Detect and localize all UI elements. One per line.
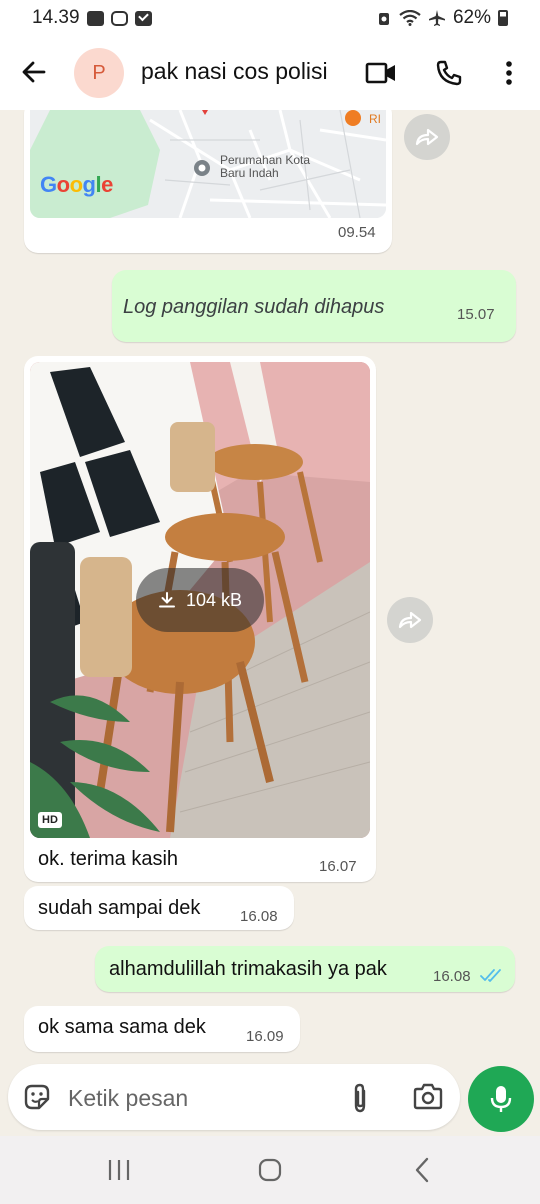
outgoing-message-bubble[interactable]: alhamdulillah trimakasih ya pak 16.08 — [95, 946, 515, 992]
camera-icon — [413, 1083, 443, 1110]
chat-photo[interactable]: 104 kB HD — [30, 362, 370, 838]
double-check-icon — [480, 969, 501, 982]
check-notification-icon — [134, 10, 152, 26]
more-vert-icon — [506, 61, 512, 85]
voice-record-button[interactable] — [468, 1066, 534, 1132]
voice-call-button[interactable] — [432, 56, 466, 90]
status-bar: 14.39 62% — [0, 0, 540, 36]
recycle-status-icon — [378, 13, 389, 25]
incoming-message-bubble[interactable]: sudah sampai dek 16.08 — [24, 886, 294, 930]
camera-button[interactable] — [412, 1082, 444, 1112]
recent-apps-button[interactable] — [104, 1158, 134, 1182]
sticker-button[interactable] — [22, 1082, 52, 1112]
forward-icon — [398, 611, 422, 629]
download-button[interactable]: 104 kB — [136, 568, 264, 632]
phone-icon — [436, 60, 462, 86]
wifi-icon — [399, 10, 421, 26]
back-arrow-icon — [22, 61, 46, 83]
image-message-bubble[interactable]: 104 kB HD ok. terima kasih 16.07 — [24, 356, 376, 882]
download-size: 104 kB — [185, 589, 243, 610]
airplane-mode-icon — [428, 10, 445, 26]
message-text: Log panggilan sudah dihapus — [123, 296, 385, 318]
google-logo: Google — [40, 172, 113, 197]
forward-button[interactable] — [387, 597, 433, 643]
back-nav-button[interactable] — [408, 1156, 436, 1184]
status-time: 14.39 — [32, 7, 80, 28]
system-nav-bar — [0, 1136, 540, 1204]
back-button[interactable] — [20, 58, 48, 86]
battery-percent: 62% — [452, 7, 491, 28]
message-time: 15.07 — [457, 306, 495, 323]
message-composer[interactable]: Ketik pesan — [8, 1064, 460, 1130]
forward-button[interactable] — [404, 114, 450, 160]
video-call-button[interactable] — [364, 56, 398, 90]
mic-icon — [490, 1086, 512, 1112]
message-time: 16.09 — [246, 1028, 284, 1045]
home-icon — [258, 1158, 282, 1182]
hd-badge: HD — [38, 812, 62, 828]
download-icon — [158, 592, 175, 608]
message-text: ok sama sama dek — [38, 1016, 206, 1038]
message-text: alhamdulillah trimakasih ya pak — [109, 958, 387, 980]
message-time: 16.08 — [240, 908, 278, 925]
message-text: sudah sampai dek — [38, 897, 201, 919]
video-call-icon — [365, 62, 395, 84]
map-image — [30, 110, 386, 218]
message-time: 16.08 — [433, 968, 471, 985]
gallery-notification-icon — [86, 10, 104, 26]
chat-area[interactable]: Perumahan Kota Baru Indah RI Google 09.5… — [0, 110, 540, 1060]
message-time: 09.54 — [338, 224, 376, 241]
recent-apps-icon — [108, 1160, 130, 1180]
forward-icon — [415, 128, 439, 146]
map-poi-label: RI — [369, 112, 381, 126]
more-options-button[interactable] — [492, 56, 526, 90]
chat-header: P pak nasi cos polisi — [0, 36, 540, 110]
location-message-bubble[interactable]: Perumahan Kota Baru Indah RI Google 09.5… — [24, 110, 392, 253]
contact-name[interactable]: pak nasi cos polisi — [141, 58, 328, 85]
instagram-notification-icon — [110, 10, 128, 26]
message-time: 16.07 — [319, 858, 357, 875]
map-preview[interactable]: Perumahan Kota Baru Indah RI Google — [30, 110, 386, 218]
outgoing-message-bubble[interactable]: Log panggilan sudah dihapus 15.07 — [112, 270, 516, 342]
contact-avatar[interactable]: P — [74, 48, 124, 98]
map-place-label: Perumahan Kota Baru Indah — [220, 154, 310, 180]
home-button[interactable] — [256, 1156, 284, 1184]
sticker-icon — [24, 1084, 50, 1110]
back-nav-icon — [415, 1157, 429, 1183]
incoming-message-bubble[interactable]: ok sama sama dek 16.09 — [24, 1006, 300, 1052]
attach-button[interactable] — [348, 1082, 372, 1114]
map-place-label-line2: Baru Indah — [220, 166, 279, 180]
battery-icon — [498, 10, 508, 26]
message-input[interactable]: Ketik pesan — [68, 1085, 188, 1112]
attach-icon — [354, 1083, 366, 1113]
image-caption: ok. terima kasih — [38, 848, 179, 870]
